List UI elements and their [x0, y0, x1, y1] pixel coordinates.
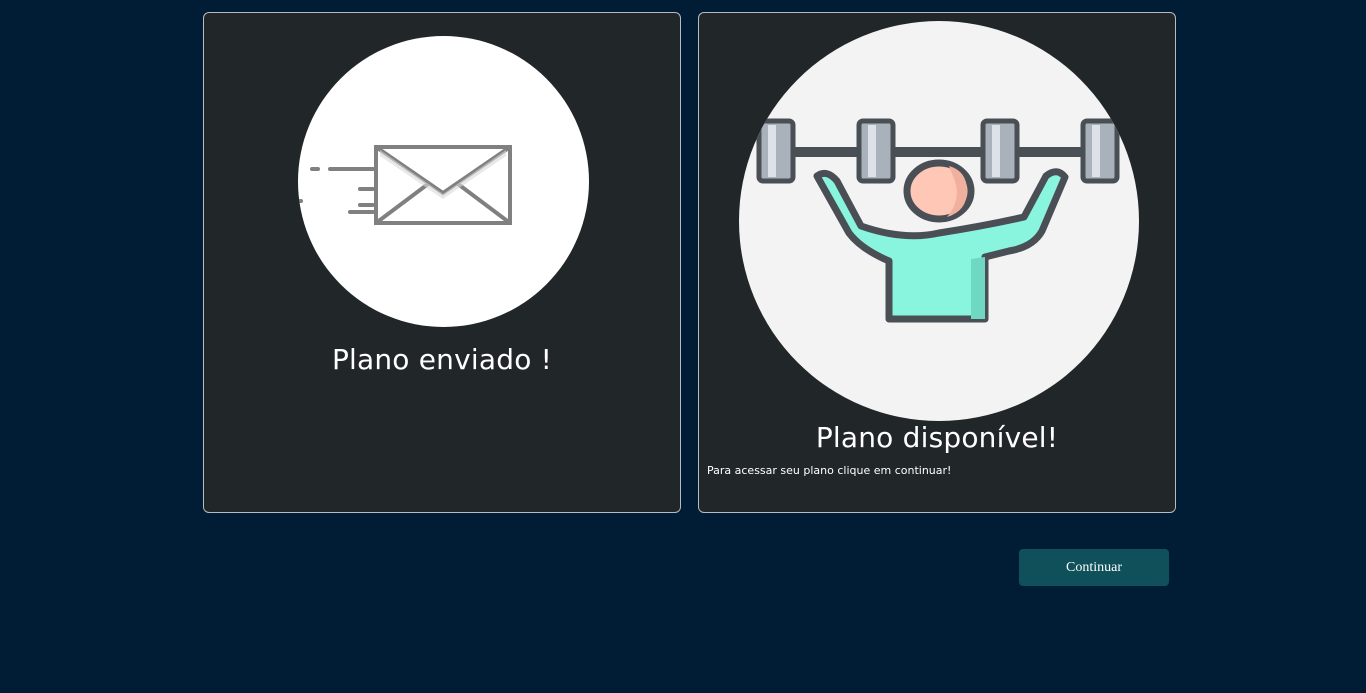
plan-sent-card: Plano enviado !	[203, 12, 681, 513]
plan-available-description: Para acessar seu plano clique em continu…	[707, 464, 952, 477]
plan-available-card: Plano disponível! Para acessar seu plano…	[698, 12, 1176, 513]
envelope-sent-icon	[298, 145, 512, 225]
plan-available-title: Plano disponível!	[815, 421, 1059, 454]
continue-button[interactable]: Continuar	[1019, 549, 1169, 586]
weightlifter-icon-circle	[739, 21, 1139, 421]
plan-sent-title: Plano enviado !	[331, 343, 553, 376]
weightlifter-icon	[756, 118, 1120, 323]
envelope-icon-circle	[298, 36, 589, 327]
